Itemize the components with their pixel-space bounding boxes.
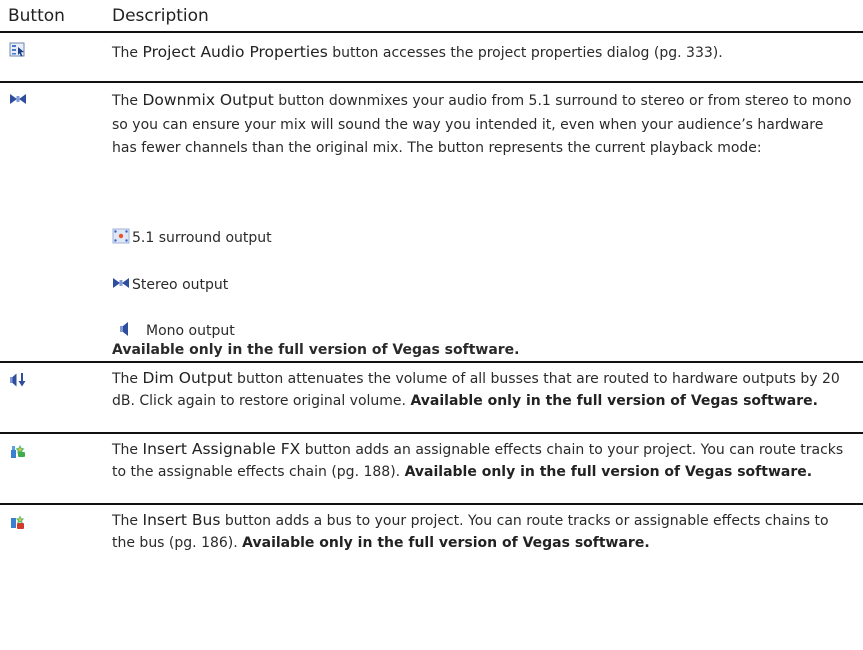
availability-note: Available only in the full version of Ve… <box>404 464 813 480</box>
table-row: The Dim Output button attenuates the vol… <box>0 363 863 432</box>
row-description: The Insert Assignable FX button adds an … <box>112 440 844 480</box>
insert-assignable-fx-icon[interactable] <box>9 443 27 459</box>
insert-bus-icon[interactable] <box>9 514 27 530</box>
header-button: Button <box>8 6 65 26</box>
mode-item-stereo: Stereo output <box>112 275 228 295</box>
row-term: Downmix Output <box>142 91 274 109</box>
row-description: The Insert Bus button adds a bus to your… <box>112 511 829 551</box>
table-row: The Downmix Output button downmixes your… <box>0 83 863 361</box>
row-description: The Downmix Output button downmixes your… <box>112 91 852 156</box>
mode-label: Stereo output <box>132 277 229 293</box>
table-row: The Insert Assignable FX button adds an … <box>0 434 863 503</box>
row-term: Project Audio Properties <box>142 43 328 61</box>
downmix-output-icon[interactable] <box>9 91 27 107</box>
table-row: The Insert Bus button adds a bus to your… <box>0 505 863 580</box>
project-audio-properties-icon[interactable] <box>9 42 27 58</box>
row-term: Dim Output <box>142 369 233 387</box>
mode-item-mono: Mono output <box>112 321 235 341</box>
availability-note: Available only in the full version of Ve… <box>242 535 650 551</box>
mono-output-icon <box>118 321 136 337</box>
row-term: Insert Bus <box>142 511 221 529</box>
table-header: Button Description <box>0 0 863 30</box>
availability-note: Available only in the full version of Ve… <box>112 342 520 358</box>
mode-item-surround: 5.1 surround output <box>112 228 272 248</box>
table-row: The Project Audio Properties button acce… <box>0 33 863 80</box>
mode-label: 5.1 surround output <box>132 230 272 246</box>
surround-output-icon <box>112 228 130 244</box>
mode-label: Mono output <box>146 323 235 339</box>
header-description: Description <box>112 6 209 26</box>
stereo-output-icon <box>112 275 130 291</box>
availability-note: Available only in the full version of Ve… <box>410 393 818 409</box>
row-term: Insert Assignable FX <box>142 440 301 458</box>
dim-output-icon[interactable] <box>9 372 27 388</box>
row-description: The Dim Output button attenuates the vol… <box>112 369 840 409</box>
row-description: The Project Audio Properties button acce… <box>112 43 723 61</box>
